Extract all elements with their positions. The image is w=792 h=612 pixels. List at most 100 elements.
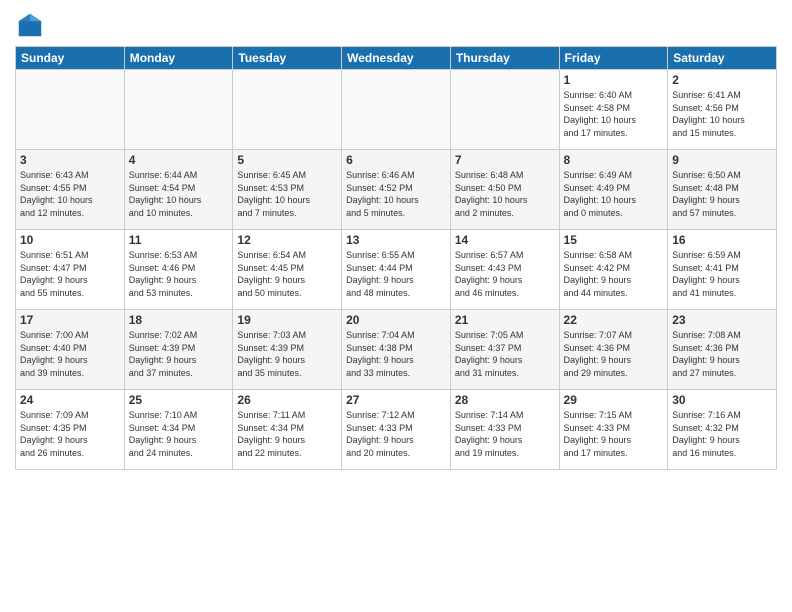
day-info: Sunrise: 6:46 AM Sunset: 4:52 PM Dayligh…	[346, 169, 446, 219]
day-info: Sunrise: 7:12 AM Sunset: 4:33 PM Dayligh…	[346, 409, 446, 459]
day-info: Sunrise: 7:07 AM Sunset: 4:36 PM Dayligh…	[564, 329, 664, 379]
day-info: Sunrise: 7:10 AM Sunset: 4:34 PM Dayligh…	[129, 409, 229, 459]
day-number: 29	[564, 393, 664, 407]
day-number: 17	[20, 313, 120, 327]
day-info: Sunrise: 7:16 AM Sunset: 4:32 PM Dayligh…	[672, 409, 772, 459]
header-cell-wednesday: Wednesday	[342, 47, 451, 70]
day-number: 25	[129, 393, 229, 407]
day-info: Sunrise: 7:08 AM Sunset: 4:36 PM Dayligh…	[672, 329, 772, 379]
day-cell: 5 Sunrise: 6:45 AM Sunset: 4:53 PM Daylig…	[233, 150, 342, 230]
day-number: 24	[20, 393, 120, 407]
day-number: 12	[237, 233, 337, 247]
day-info: Sunrise: 6:40 AM Sunset: 4:58 PM Dayligh…	[564, 89, 664, 139]
day-cell: 12 Sunrise: 6:54 AM Sunset: 4:45 PM Dayli…	[233, 230, 342, 310]
day-number: 21	[455, 313, 555, 327]
day-info: Sunrise: 6:41 AM Sunset: 4:56 PM Dayligh…	[672, 89, 772, 139]
day-number: 11	[129, 233, 229, 247]
day-info: Sunrise: 7:02 AM Sunset: 4:39 PM Dayligh…	[129, 329, 229, 379]
day-cell: 21 Sunrise: 7:05 AM Sunset: 4:37 PM Dayli…	[450, 310, 559, 390]
day-info: Sunrise: 7:09 AM Sunset: 4:35 PM Dayligh…	[20, 409, 120, 459]
day-cell: 18 Sunrise: 7:02 AM Sunset: 4:39 PM Dayli…	[124, 310, 233, 390]
day-number: 28	[455, 393, 555, 407]
day-cell: 7Sunrise: 6:48 AM Sunset: 4:50 PM Daylig…	[450, 150, 559, 230]
day-info: Sunrise: 6:55 AM Sunset: 4:44 PM Dayligh…	[346, 249, 446, 299]
page: SundayMondayTuesdayWednesdayThursdayFrid…	[0, 0, 792, 612]
day-cell: 4Sunrise: 6:44 AM Sunset: 4:54 PM Daylig…	[124, 150, 233, 230]
day-info: Sunrise: 7:11 AM Sunset: 4:34 PM Dayligh…	[237, 409, 337, 459]
day-number: 8	[564, 153, 664, 167]
day-info: Sunrise: 7:14 AM Sunset: 4:33 PM Dayligh…	[455, 409, 555, 459]
day-cell: 19 Sunrise: 7:03 AM Sunset: 4:39 PM Dayli…	[233, 310, 342, 390]
day-info: Sunrise: 6:44 AM Sunset: 4:54 PM Dayligh…	[129, 169, 229, 219]
calendar-body: 1 Sunrise: 6:40 AM Sunset: 4:58 PM Daylig…	[16, 70, 777, 470]
day-info: Sunrise: 6:57 AM Sunset: 4:43 PM Dayligh…	[455, 249, 555, 299]
week-row-2: 3Sunrise: 6:43 AM Sunset: 4:55 PM Daylig…	[16, 150, 777, 230]
week-row-4: 17 Sunrise: 7:00 AM Sunset: 4:40 PM Dayli…	[16, 310, 777, 390]
day-info: Sunrise: 6:50 AM Sunset: 4:48 PM Dayligh…	[672, 169, 772, 219]
day-info: Sunrise: 7:15 AM Sunset: 4:33 PM Dayligh…	[564, 409, 664, 459]
day-number: 10	[20, 233, 120, 247]
day-cell: 23 Sunrise: 7:08 AM Sunset: 4:36 PM Dayli…	[668, 310, 777, 390]
header-cell-sunday: Sunday	[16, 47, 125, 70]
logo-icon	[15, 10, 45, 40]
day-info: Sunrise: 6:54 AM Sunset: 4:45 PM Dayligh…	[237, 249, 337, 299]
day-number: 9	[672, 153, 772, 167]
day-cell	[124, 70, 233, 150]
day-number: 27	[346, 393, 446, 407]
logo	[15, 10, 49, 40]
day-info: Sunrise: 7:05 AM Sunset: 4:37 PM Dayligh…	[455, 329, 555, 379]
day-number: 23	[672, 313, 772, 327]
week-row-3: 10 Sunrise: 6:51 AM Sunset: 4:47 PM Dayli…	[16, 230, 777, 310]
week-row-5: 24 Sunrise: 7:09 AM Sunset: 4:35 PM Dayli…	[16, 390, 777, 470]
day-cell: 2Sunrise: 6:41 AM Sunset: 4:56 PM Daylig…	[668, 70, 777, 150]
day-number: 15	[564, 233, 664, 247]
day-cell: 10 Sunrise: 6:51 AM Sunset: 4:47 PM Dayli…	[16, 230, 125, 310]
day-cell: 27 Sunrise: 7:12 AM Sunset: 4:33 PM Dayli…	[342, 390, 451, 470]
day-cell: 26 Sunrise: 7:11 AM Sunset: 4:34 PM Dayli…	[233, 390, 342, 470]
day-info: Sunrise: 7:03 AM Sunset: 4:39 PM Dayligh…	[237, 329, 337, 379]
day-number: 26	[237, 393, 337, 407]
day-info: Sunrise: 6:51 AM Sunset: 4:47 PM Dayligh…	[20, 249, 120, 299]
day-cell: 13 Sunrise: 6:55 AM Sunset: 4:44 PM Dayli…	[342, 230, 451, 310]
day-number: 1	[564, 73, 664, 87]
day-info: Sunrise: 6:58 AM Sunset: 4:42 PM Dayligh…	[564, 249, 664, 299]
header-cell-friday: Friday	[559, 47, 668, 70]
day-number: 16	[672, 233, 772, 247]
day-number: 7	[455, 153, 555, 167]
week-row-1: 1 Sunrise: 6:40 AM Sunset: 4:58 PM Daylig…	[16, 70, 777, 150]
day-number: 3	[20, 153, 120, 167]
day-info: Sunrise: 6:53 AM Sunset: 4:46 PM Dayligh…	[129, 249, 229, 299]
day-cell	[16, 70, 125, 150]
header	[15, 10, 777, 40]
day-number: 22	[564, 313, 664, 327]
header-cell-saturday: Saturday	[668, 47, 777, 70]
header-cell-tuesday: Tuesday	[233, 47, 342, 70]
day-number: 5	[237, 153, 337, 167]
day-cell: 9 Sunrise: 6:50 AM Sunset: 4:48 PM Daylig…	[668, 150, 777, 230]
day-cell: 6Sunrise: 6:46 AM Sunset: 4:52 PM Daylig…	[342, 150, 451, 230]
day-cell: 3Sunrise: 6:43 AM Sunset: 4:55 PM Daylig…	[16, 150, 125, 230]
day-info: Sunrise: 7:04 AM Sunset: 4:38 PM Dayligh…	[346, 329, 446, 379]
day-cell: 29 Sunrise: 7:15 AM Sunset: 4:33 PM Dayli…	[559, 390, 668, 470]
day-info: Sunrise: 6:49 AM Sunset: 4:49 PM Dayligh…	[564, 169, 664, 219]
day-cell: 14 Sunrise: 6:57 AM Sunset: 4:43 PM Dayli…	[450, 230, 559, 310]
day-cell: 30Sunrise: 7:16 AM Sunset: 4:32 PM Dayli…	[668, 390, 777, 470]
day-cell: 17 Sunrise: 7:00 AM Sunset: 4:40 PM Dayli…	[16, 310, 125, 390]
header-row: SundayMondayTuesdayWednesdayThursdayFrid…	[16, 47, 777, 70]
day-info: Sunrise: 7:00 AM Sunset: 4:40 PM Dayligh…	[20, 329, 120, 379]
day-cell: 25 Sunrise: 7:10 AM Sunset: 4:34 PM Dayli…	[124, 390, 233, 470]
day-cell: 15 Sunrise: 6:58 AM Sunset: 4:42 PM Dayli…	[559, 230, 668, 310]
day-number: 13	[346, 233, 446, 247]
header-cell-thursday: Thursday	[450, 47, 559, 70]
day-info: Sunrise: 6:45 AM Sunset: 4:53 PM Dayligh…	[237, 169, 337, 219]
day-cell: 20Sunrise: 7:04 AM Sunset: 4:38 PM Dayli…	[342, 310, 451, 390]
day-cell	[233, 70, 342, 150]
day-number: 18	[129, 313, 229, 327]
calendar-header: SundayMondayTuesdayWednesdayThursdayFrid…	[16, 47, 777, 70]
day-cell: 8 Sunrise: 6:49 AM Sunset: 4:49 PM Daylig…	[559, 150, 668, 230]
day-cell: 28 Sunrise: 7:14 AM Sunset: 4:33 PM Dayli…	[450, 390, 559, 470]
day-cell: 24 Sunrise: 7:09 AM Sunset: 4:35 PM Dayli…	[16, 390, 125, 470]
day-cell	[450, 70, 559, 150]
day-number: 19	[237, 313, 337, 327]
day-number: 14	[455, 233, 555, 247]
